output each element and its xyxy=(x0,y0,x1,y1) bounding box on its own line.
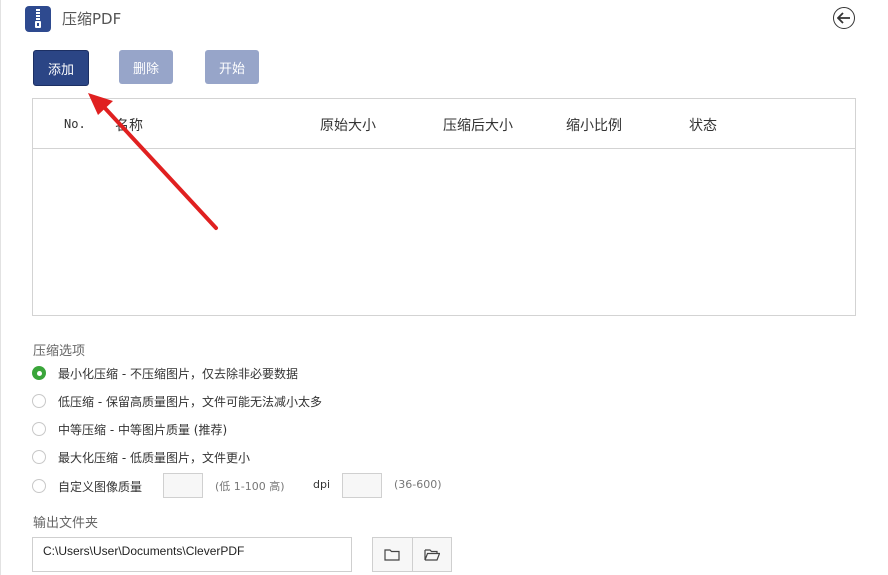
option-custom[interactable]: 自定义图像质量 xyxy=(32,476,142,496)
option-low[interactable]: 低压缩 - 保留高质量图片，文件可能无法减小太多 xyxy=(32,391,322,411)
start-button[interactable]: 开始 xyxy=(205,50,259,84)
radio-low[interactable] xyxy=(32,394,46,408)
quality-input[interactable] xyxy=(163,473,203,498)
radio-medium[interactable] xyxy=(32,422,46,436)
option-custom-label: 自定义图像质量 xyxy=(58,479,143,494)
dpi-input[interactable] xyxy=(342,473,382,498)
option-maximum-label: 最大化压缩 - 低质量图片，文件更小 xyxy=(58,450,250,465)
column-ratio: 缩小比例 xyxy=(566,118,622,134)
compression-options-label: 压缩选项 xyxy=(33,344,86,359)
back-arrow-icon[interactable] xyxy=(833,7,855,29)
column-status: 状态 xyxy=(689,118,717,134)
column-name: 名称 xyxy=(115,118,143,134)
output-folder-label: 输出文件夹 xyxy=(33,516,99,531)
folder-icon[interactable] xyxy=(373,538,412,571)
table-header: No. 名称 原始大小 压缩后大小 缩小比例 状态 xyxy=(33,99,855,149)
quality-range-hint: (低 1-100 高) xyxy=(215,480,285,493)
radio-custom[interactable] xyxy=(32,479,46,493)
option-minimal[interactable]: 最小化压缩 - 不压缩图片，仅去除非必要数据 xyxy=(32,363,298,383)
delete-button[interactable]: 删除 xyxy=(119,50,173,84)
radio-minimal[interactable] xyxy=(32,366,46,380)
page-title: 压缩PDF xyxy=(62,10,122,28)
option-medium-label: 中等压缩 - 中等图片质量 (推荐) xyxy=(58,422,228,437)
option-maximum[interactable]: 最大化压缩 - 低质量图片，文件更小 xyxy=(32,447,250,467)
option-low-label: 低压缩 - 保留高质量图片，文件可能无法减小太多 xyxy=(58,394,322,409)
radio-maximum[interactable] xyxy=(32,450,46,464)
output-path-input[interactable]: C:\Users\User\Documents\CleverPDF xyxy=(32,537,352,572)
dpi-range-hint: (36-600) xyxy=(394,478,442,491)
folder-button-group xyxy=(372,537,452,572)
column-original-size: 原始大小 xyxy=(320,118,376,134)
column-compressed-size: 压缩后大小 xyxy=(443,118,513,134)
dpi-label: dpi xyxy=(313,478,331,491)
folder-open-icon[interactable] xyxy=(411,538,452,571)
add-button[interactable]: 添加 xyxy=(33,50,89,86)
window-left-border xyxy=(0,0,1,575)
option-medium[interactable]: 中等压缩 - 中等图片质量 (推荐) xyxy=(32,419,227,439)
column-no: No. xyxy=(64,117,86,131)
option-minimal-label: 最小化压缩 - 不压缩图片，仅去除非必要数据 xyxy=(58,366,298,381)
file-table[interactable]: No. 名称 原始大小 压缩后大小 缩小比例 状态 xyxy=(32,98,856,316)
zip-icon xyxy=(25,6,51,32)
